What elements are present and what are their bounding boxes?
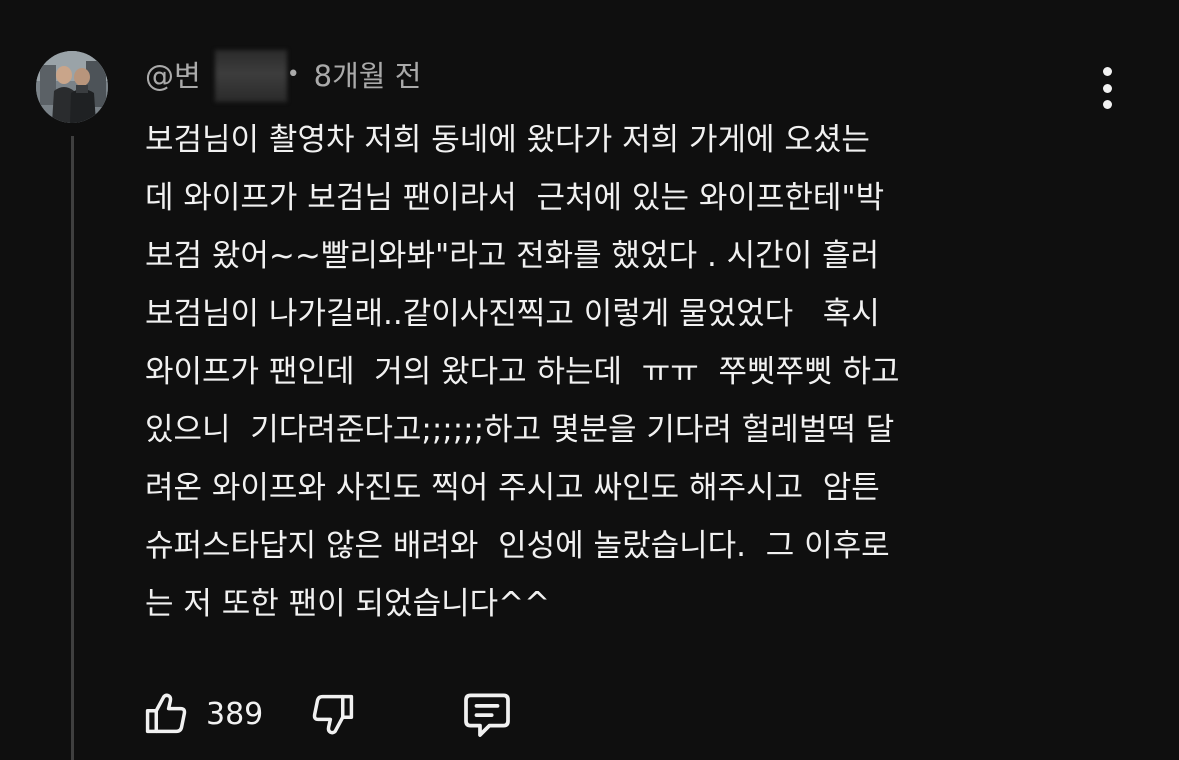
- comment-actions: 389: [140, 684, 515, 744]
- dislike-button[interactable]: [307, 688, 359, 740]
- thread-line: [71, 136, 74, 760]
- comment-line: 보검님이 촬영차 저희 동네에 왔다가 저희 가게에 오셨는: [145, 122, 870, 158]
- like-count: 389: [206, 696, 264, 732]
- more-vertical-icon: [1102, 67, 1112, 76]
- more-vertical-icon-dot: [1102, 83, 1112, 93]
- more-vertical-icon-dot: [1102, 100, 1112, 109]
- comment-line: 데 와이프가 보검님 팬이라서 근처에 있는 와이프한테"박: [145, 180, 885, 216]
- author-handle[interactable]: @변: [145, 59, 201, 93]
- comment-timestamp[interactable]: 8개월 전: [314, 53, 422, 95]
- meta-separator: •: [286, 61, 300, 87]
- comment-header: @변 • 8개월 전: [145, 50, 422, 102]
- comment-line: 와이프가 팬인데 거의 왔다고 하는데 ㅠㅠ 쭈삣쭈삣 하고: [145, 354, 900, 390]
- avatar-photo: [36, 51, 108, 123]
- reply-comment-icon: [464, 693, 511, 737]
- comment-line: 있으니 기다려준다고;;;;;;하고 몇분을 기다려 헐레벌떡 달: [145, 412, 895, 448]
- comment-line: 슈퍼스타답지 않은 배려와 인성에 놀랐습니다. 그 이후로: [145, 528, 890, 564]
- redacted-handle-blur: [215, 50, 287, 102]
- avatar[interactable]: [36, 51, 108, 123]
- author-handle-wrap[interactable]: @변: [145, 50, 287, 102]
- comment-line: 보검 왔어~~빨리와봐"라고 전화를 했었다 . 시간이 흘러: [145, 238, 880, 274]
- reply-button[interactable]: [459, 686, 515, 742]
- more-actions-button[interactable]: [1092, 64, 1122, 112]
- comment-line: 려온 와이프와 사진도 찍어 주시고 싸인도 해주시고 암튼: [145, 470, 880, 506]
- comment-line: 는 저 또한 팬이 되었습니다^^: [145, 586, 551, 622]
- comment-line: 보검님이 나가길래..같이사진찍고 이렇게 물었었다 혹시: [145, 296, 880, 332]
- thumbs-up-icon: [145, 693, 187, 734]
- like-button[interactable]: 389: [140, 688, 263, 740]
- comment-text: 보검님이 촬영차 저희 동네에 왔다가 저희 가게에 오셨는 데 와이프가 보검…: [145, 111, 1145, 633]
- thumbs-down-icon: [313, 694, 354, 735]
